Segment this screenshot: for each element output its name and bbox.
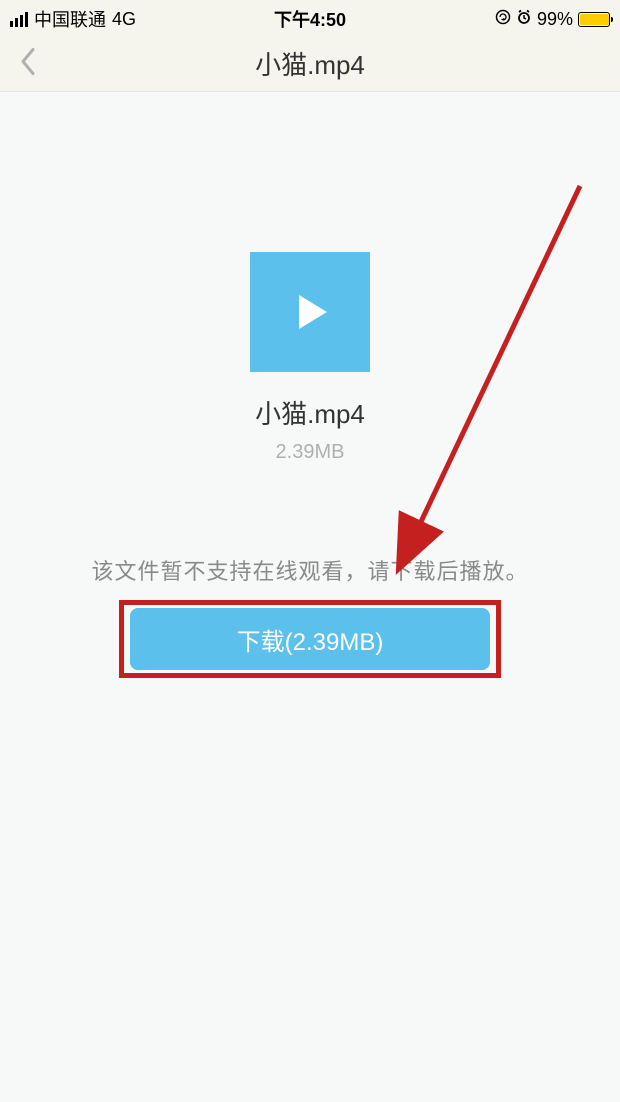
battery-icon (578, 12, 610, 27)
battery-percent: 99% (537, 9, 573, 30)
download-wrapper: 下载(2.39MB) (130, 608, 490, 670)
notice-text: 该文件暂不支持在线观看，请下载后播放。 (91, 554, 528, 586)
download-button[interactable]: 下载(2.39MB) (130, 608, 490, 670)
status-bar-right: 99% (495, 9, 610, 30)
orientation-lock-icon (495, 9, 511, 30)
video-thumbnail[interactable] (250, 252, 370, 372)
network-label: 4G (112, 9, 136, 30)
status-bar: 中国联通 4G 下午4:50 99% (0, 0, 620, 36)
status-bar-left: 中国联通 4G (10, 6, 136, 32)
signal-icon (10, 12, 28, 27)
play-icon (285, 287, 335, 337)
status-time: 下午4:50 (274, 6, 346, 32)
file-name: 小猫.mp4 (255, 394, 365, 431)
file-size: 2.39MB (276, 441, 345, 464)
carrier-label: 中国联通 (34, 6, 106, 32)
page-title: 小猫.mp4 (255, 45, 365, 82)
back-button[interactable] (10, 37, 46, 90)
nav-bar: 小猫.mp4 (0, 36, 620, 92)
alarm-icon (516, 9, 532, 30)
main-content: 小猫.mp4 2.39MB 该文件暂不支持在线观看，请下载后播放。 下载(2.3… (0, 92, 620, 670)
chevron-left-icon (18, 45, 38, 77)
